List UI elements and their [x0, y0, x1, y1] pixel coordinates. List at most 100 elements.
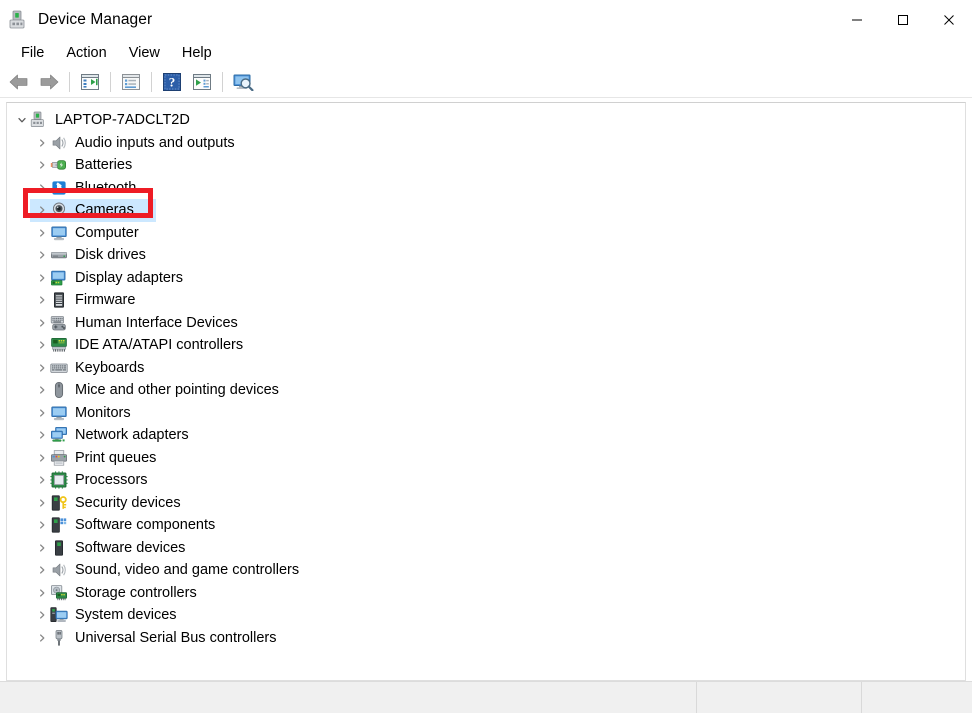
tree-item-storage-controllers[interactable]: Storage controllers	[7, 582, 965, 605]
monitor-icon	[50, 224, 68, 242]
tree-item-audio-inputs-and-outputs[interactable]: Audio inputs and outputs	[7, 132, 965, 155]
monitor-icon	[50, 404, 68, 422]
tree-item-disk-drives[interactable]: Disk drives	[7, 244, 965, 267]
tree-item-monitors[interactable]: Monitors	[7, 402, 965, 425]
chevron-right-icon[interactable]	[33, 453, 50, 463]
camera-icon	[50, 201, 68, 219]
tree-item-firmware[interactable]: Firmware	[7, 289, 965, 312]
computer-root-icon	[30, 111, 48, 129]
maximize-button[interactable]	[880, 0, 926, 40]
tree-item-label: Cameras	[75, 203, 138, 218]
menu-file[interactable]: File	[10, 43, 55, 63]
update-driver-button[interactable]	[187, 68, 217, 96]
speaker-icon	[50, 134, 68, 152]
device-tree[interactable]: LAPTOP-7ADCLT2D Audio inputs and outpu	[6, 102, 966, 681]
tree-item-display-adapters[interactable]: Display adapters	[7, 267, 965, 290]
chevron-right-icon[interactable]	[33, 633, 50, 643]
menu-help[interactable]: Help	[171, 43, 223, 63]
chevron-right-icon[interactable]	[33, 250, 50, 260]
show-hide-console-tree-button[interactable]	[75, 68, 105, 96]
chevron-right-icon[interactable]	[33, 228, 50, 238]
forward-button[interactable]	[34, 68, 64, 96]
chevron-right-icon[interactable]	[33, 138, 50, 148]
tree-item-universal-serial-bus-controllers[interactable]: Universal Serial Bus controllers	[7, 627, 965, 650]
menu-action[interactable]: Action	[55, 43, 117, 63]
chevron-right-icon[interactable]	[33, 610, 50, 620]
chevron-right-icon[interactable]	[33, 498, 50, 508]
update-driver-icon	[192, 73, 212, 91]
chevron-right-icon[interactable]	[33, 318, 50, 328]
tree-item-processors[interactable]: Processors	[7, 469, 965, 492]
tree-item-software-components[interactable]: Software components	[7, 514, 965, 537]
tree-item-label: Security devices	[75, 496, 185, 511]
chevron-right-icon[interactable]	[33, 430, 50, 440]
device-manager-icon	[8, 9, 30, 31]
tree-item-label: Sound, video and game controllers	[75, 563, 303, 578]
help-button[interactable]: ?	[157, 68, 187, 96]
tree-item-computer[interactable]: Computer	[7, 222, 965, 245]
chevron-right-icon[interactable]	[33, 588, 50, 598]
firmware-icon	[50, 291, 68, 309]
tree-item-label: Processors	[75, 473, 152, 488]
close-button[interactable]	[926, 0, 972, 40]
chevron-right-icon[interactable]	[33, 160, 50, 170]
tree-root-node[interactable]: LAPTOP-7ADCLT2D	[7, 109, 965, 132]
tree-item-sound-video-and-game-controllers[interactable]: Sound, video and game controllers	[7, 559, 965, 582]
storage-controller-icon	[50, 584, 68, 602]
back-arrow-icon	[8, 73, 30, 91]
tree-item-ide-ata-atapi-controllers[interactable]: IDE ATA/ATAPI controllers	[7, 334, 965, 357]
chevron-right-icon[interactable]	[33, 340, 50, 350]
chevron-right-icon[interactable]	[33, 205, 50, 215]
tree-item-human-interface-devices[interactable]: Human Interface Devices	[7, 312, 965, 335]
tree-item-mice-and-other-pointing-devices[interactable]: Mice and other pointing devices	[7, 379, 965, 402]
content-area: LAPTOP-7ADCLT2D Audio inputs and outpu	[0, 98, 972, 681]
chevron-right-icon[interactable]	[33, 273, 50, 283]
mouse-icon	[50, 381, 68, 399]
tree-item-bluetooth[interactable]: Bluetooth	[7, 177, 965, 200]
back-button[interactable]	[4, 68, 34, 96]
processor-icon	[50, 471, 68, 489]
keyboard-icon	[50, 359, 68, 377]
tree-item-label: Audio inputs and outputs	[75, 136, 239, 151]
chevron-right-icon[interactable]	[33, 565, 50, 575]
tree-item-security-devices[interactable]: Security devices	[7, 492, 965, 515]
tree-item-network-adapters[interactable]: Network adapters	[7, 424, 965, 447]
menu-bar: File Action View Help	[0, 40, 972, 66]
menu-view[interactable]: View	[118, 43, 171, 63]
tree-item-keyboards[interactable]: Keyboards	[7, 357, 965, 380]
chevron-right-icon[interactable]	[33, 183, 50, 193]
tree-item-system-devices[interactable]: System devices	[7, 604, 965, 627]
chevron-right-icon[interactable]	[33, 385, 50, 395]
tree-item-label: Print queues	[75, 451, 160, 466]
chevron-right-icon[interactable]	[33, 295, 50, 305]
minimize-icon	[851, 14, 863, 26]
toolbar-separator	[151, 72, 152, 92]
tree-item-label: Bluetooth	[75, 181, 140, 196]
usb-icon	[50, 629, 68, 647]
tree-item-label: Firmware	[75, 293, 139, 308]
tree-item-batteries[interactable]: Batteries	[7, 154, 965, 177]
minimize-button[interactable]	[834, 0, 880, 40]
tree-item-label: Software components	[75, 518, 219, 533]
chevron-right-icon[interactable]	[33, 543, 50, 553]
tree-item-label: Keyboards	[75, 361, 148, 376]
hid-icon	[50, 314, 68, 332]
scan-for-hardware-changes-button[interactable]	[228, 68, 258, 96]
chevron-right-icon[interactable]	[33, 408, 50, 418]
tree-item-print-queues[interactable]: Print queues	[7, 447, 965, 470]
chevron-right-icon[interactable]	[33, 520, 50, 530]
caption-buttons	[834, 0, 972, 40]
chevron-right-icon[interactable]	[33, 475, 50, 485]
tree-item-label: Display adapters	[75, 271, 187, 286]
tree-item-label: Network adapters	[75, 428, 193, 443]
tree-item-label: Storage controllers	[75, 586, 201, 601]
tree-item-cameras[interactable]: Cameras	[7, 199, 965, 222]
security-device-icon	[50, 494, 68, 512]
window-title: Device Manager	[38, 11, 152, 29]
properties-button[interactable]	[116, 68, 146, 96]
tree-item-label: System devices	[75, 608, 181, 623]
chevron-right-icon[interactable]	[33, 363, 50, 373]
chevron-down-icon[interactable]	[13, 115, 30, 125]
tree-item-label: Batteries	[75, 158, 136, 173]
tree-item-software-devices[interactable]: Software devices	[7, 537, 965, 560]
